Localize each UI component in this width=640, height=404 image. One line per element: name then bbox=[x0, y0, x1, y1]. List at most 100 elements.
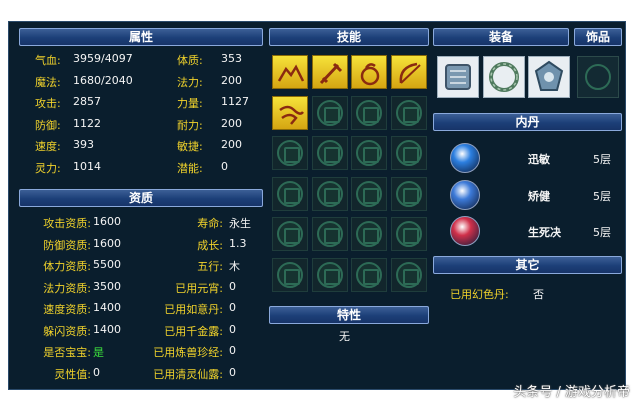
empty-skill-slot[interactable] bbox=[272, 217, 308, 251]
aptitude-value: 5500 bbox=[93, 258, 121, 271]
empty-slot-emblem-icon bbox=[585, 64, 611, 90]
aptitude-value: 0 bbox=[229, 279, 236, 293]
attribute-label: 气血: bbox=[35, 54, 61, 67]
empty-skill-slot[interactable] bbox=[272, 136, 308, 170]
ornament-slot[interactable] bbox=[577, 56, 619, 98]
empty-skill-slot[interactable] bbox=[311, 217, 348, 251]
skill-slot[interactable] bbox=[311, 55, 348, 89]
empty-skill-slot[interactable] bbox=[351, 217, 387, 251]
inner-core-level: 5层 bbox=[593, 189, 611, 203]
aptitude-label: 已用千金露: bbox=[164, 324, 223, 338]
empty-slot-emblem-icon bbox=[395, 261, 422, 288]
empty-slot-emblem-icon bbox=[395, 180, 422, 207]
inner-core-level: 5层 bbox=[593, 226, 611, 239]
empty-skill-slot[interactable] bbox=[351, 176, 387, 211]
empty-skill-slot[interactable] bbox=[390, 136, 427, 170]
attribute-value: 3959/4097 bbox=[73, 52, 133, 65]
attribute-label: 潜能: bbox=[177, 161, 203, 175]
other-value: 否 bbox=[533, 288, 544, 301]
bow-skill-icon bbox=[399, 62, 421, 84]
empty-skill-slot[interactable] bbox=[390, 217, 427, 251]
aptitude-value: 0 bbox=[93, 365, 100, 379]
inner-core-name: 矫健 bbox=[528, 189, 550, 203]
empty-skill-slot[interactable] bbox=[272, 257, 308, 292]
aptitude-value: 是 bbox=[93, 346, 104, 359]
empty-skill-slot[interactable] bbox=[390, 95, 427, 130]
empty-slot-emblem-icon bbox=[316, 221, 343, 247]
empty-skill-slot[interactable] bbox=[351, 136, 387, 170]
armor-equip-icon bbox=[445, 64, 471, 90]
empty-slot-emblem-icon bbox=[395, 221, 422, 247]
attribute-value: 353 bbox=[221, 52, 242, 65]
aptitude-label: 法力资质: bbox=[43, 281, 91, 295]
attribute-value: 200 bbox=[221, 138, 242, 151]
gourd-skill-icon bbox=[360, 63, 380, 86]
aptitude-value: 1400 bbox=[93, 322, 121, 336]
attribute-value: 1680/2040 bbox=[73, 73, 133, 87]
attribute-value: 200 bbox=[221, 116, 242, 130]
other-header: 其它 bbox=[433, 256, 622, 274]
attribute-value: 1122 bbox=[73, 116, 101, 130]
watermark: 头条号 / 游戏分析帝 bbox=[513, 385, 630, 400]
aptitude-label: 五行: bbox=[197, 260, 223, 273]
aptitude-label: 已用如意丹: bbox=[164, 303, 223, 316]
attribute-value: 1127 bbox=[221, 95, 249, 108]
empty-slot-emblem-icon bbox=[277, 261, 303, 288]
equipment-slot[interactable] bbox=[482, 56, 525, 98]
empty-skill-slot[interactable] bbox=[311, 257, 348, 292]
attribute-label: 灵力: bbox=[35, 161, 61, 175]
ornament-header: 饰品 bbox=[574, 28, 622, 46]
aptitude-label: 体力资质: bbox=[43, 260, 91, 273]
skill-slot[interactable] bbox=[390, 55, 427, 89]
traits-value: 无 bbox=[339, 330, 350, 343]
empty-skill-slot[interactable] bbox=[351, 257, 387, 292]
inner-core-orb-icon[interactable] bbox=[450, 216, 480, 246]
attribute-value: 393 bbox=[73, 138, 94, 151]
aptitude-value: 0 bbox=[229, 301, 236, 314]
aptitude-label: 已用炼兽珍经: bbox=[153, 346, 223, 359]
inner-core-header: 内丹 bbox=[433, 113, 622, 131]
empty-slot-emblem-icon bbox=[356, 99, 382, 126]
aptitude-label: 速度资质: bbox=[43, 303, 91, 316]
aptitude-value: 0 bbox=[229, 365, 236, 379]
empty-skill-slot[interactable] bbox=[351, 95, 387, 130]
aptitude-label: 已用清灵仙露: bbox=[153, 367, 223, 381]
attribute-value: 0 bbox=[221, 159, 228, 173]
other-label: 已用幻色丹: bbox=[450, 288, 509, 301]
aptitude-value: 1.3 bbox=[229, 236, 247, 250]
empty-slot-emblem-icon bbox=[356, 261, 382, 288]
inner-core-orb-icon[interactable] bbox=[450, 143, 480, 173]
equipment-slot[interactable] bbox=[437, 56, 479, 98]
attribute-value: 200 bbox=[221, 73, 242, 87]
empty-slot-emblem-icon bbox=[316, 261, 343, 288]
skills-header: 技能 bbox=[269, 28, 429, 46]
attribute-label: 魔法: bbox=[35, 75, 61, 89]
attribute-label: 力量: bbox=[177, 97, 203, 110]
empty-slot-emblem-icon bbox=[356, 221, 382, 247]
attribute-value: 1014 bbox=[73, 159, 101, 173]
skill-slot[interactable] bbox=[351, 55, 387, 89]
empty-skill-slot[interactable] bbox=[311, 176, 348, 211]
empty-skill-slot[interactable] bbox=[272, 176, 308, 211]
empty-skill-slot[interactable] bbox=[311, 136, 348, 170]
empty-slot-emblem-icon bbox=[395, 140, 422, 166]
skill-slot[interactable] bbox=[272, 55, 308, 89]
empty-slot-emblem-icon bbox=[356, 180, 382, 207]
ring-equip-icon bbox=[488, 62, 519, 92]
aptitude-label: 已用元宵: bbox=[175, 281, 223, 295]
traits-header: 特性 bbox=[269, 306, 429, 324]
equipment-slot[interactable] bbox=[528, 56, 570, 98]
empty-slot-emblem-icon bbox=[277, 221, 303, 247]
inner-core-orb-icon[interactable] bbox=[450, 179, 480, 210]
skill-slot[interactable] bbox=[272, 95, 308, 130]
empty-skill-slot[interactable] bbox=[390, 257, 427, 292]
attribute-label: 攻击: bbox=[35, 97, 61, 110]
empty-skill-slot[interactable] bbox=[390, 176, 427, 211]
aptitude-value: 1400 bbox=[93, 301, 121, 314]
empty-skill-slot[interactable] bbox=[311, 95, 348, 130]
attribute-label: 法力: bbox=[177, 75, 203, 89]
aptitude-label: 防御资质: bbox=[43, 238, 91, 252]
aptitude-label: 成长: bbox=[197, 238, 223, 252]
amulet-equip-icon bbox=[534, 60, 564, 91]
attribute-label: 体质: bbox=[177, 54, 203, 67]
